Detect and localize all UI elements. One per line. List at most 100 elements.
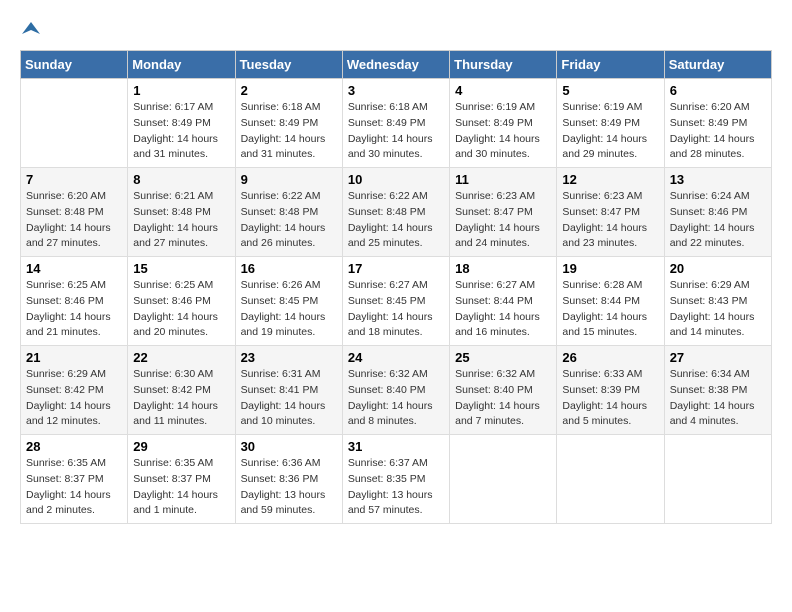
- day-cell: 28Sunrise: 6:35 AM Sunset: 8:37 PM Dayli…: [21, 435, 128, 524]
- day-info: Sunrise: 6:23 AM Sunset: 8:47 PM Dayligh…: [455, 189, 551, 252]
- day-info: Sunrise: 6:19 AM Sunset: 8:49 PM Dayligh…: [562, 100, 658, 163]
- day-cell: 1 Sunrise: 6:17 AM Sunset: 8:49 PM Daylig…: [128, 79, 235, 168]
- day-cell: 21 Sunrise: 6:29 AM Sunset: 8:42 PM Dayli…: [21, 346, 128, 435]
- week-row-4: 21 Sunrise: 6:29 AM Sunset: 8:42 PM Dayli…: [21, 346, 772, 435]
- day-number: 31: [348, 439, 444, 454]
- day-info: Sunrise: 6:19 AM Sunset: 8:49 PM Dayligh…: [455, 100, 551, 163]
- day-number: 25: [455, 350, 551, 365]
- day-number: 8: [133, 172, 229, 187]
- week-row-2: 7 Sunrise: 6:20 AM Sunset: 8:48 PM Daylig…: [21, 168, 772, 257]
- day-info: Sunrise: 6:27 AM Sunset: 8:45 PM Dayligh…: [348, 278, 444, 341]
- day-info: Sunrise: 6:30 AM Sunset: 8:42 PM Dayligh…: [133, 367, 229, 430]
- header-thursday: Thursday: [450, 51, 557, 79]
- day-cell: 9Sunrise: 6:22 AM Sunset: 8:48 PM Daylig…: [235, 168, 342, 257]
- day-number: 14: [26, 261, 122, 276]
- day-number: 16: [241, 261, 337, 276]
- day-number: 15: [133, 261, 229, 276]
- day-cell: 23 Sunrise: 6:31 AM Sunset: 8:41 PM Dayli…: [235, 346, 342, 435]
- day-number: 27: [670, 350, 766, 365]
- day-cell: 5 Sunrise: 6:19 AM Sunset: 8:49 PM Daylig…: [557, 79, 664, 168]
- day-info: Sunrise: 6:33 AM Sunset: 8:39 PM Dayligh…: [562, 367, 658, 430]
- header-tuesday: Tuesday: [235, 51, 342, 79]
- day-info: Sunrise: 6:18 AM Sunset: 8:49 PM Dayligh…: [241, 100, 337, 163]
- week-row-5: 28Sunrise: 6:35 AM Sunset: 8:37 PM Dayli…: [21, 435, 772, 524]
- day-number: 22: [133, 350, 229, 365]
- day-info: Sunrise: 6:31 AM Sunset: 8:41 PM Dayligh…: [241, 367, 337, 430]
- day-info: Sunrise: 6:17 AM Sunset: 8:49 PM Dayligh…: [133, 100, 229, 163]
- week-row-1: 1 Sunrise: 6:17 AM Sunset: 8:49 PM Daylig…: [21, 79, 772, 168]
- header-monday: Monday: [128, 51, 235, 79]
- day-cell: 16 Sunrise: 6:26 AM Sunset: 8:45 PM Dayli…: [235, 257, 342, 346]
- day-number: 19: [562, 261, 658, 276]
- day-cell: 8 Sunrise: 6:21 AM Sunset: 8:48 PM Daylig…: [128, 168, 235, 257]
- day-info: Sunrise: 6:24 AM Sunset: 8:46 PM Dayligh…: [670, 189, 766, 252]
- day-cell: 19Sunrise: 6:28 AM Sunset: 8:44 PM Dayli…: [557, 257, 664, 346]
- day-info: Sunrise: 6:20 AM Sunset: 8:48 PM Dayligh…: [26, 189, 122, 252]
- day-cell: 4 Sunrise: 6:19 AM Sunset: 8:49 PM Daylig…: [450, 79, 557, 168]
- day-cell: 17 Sunrise: 6:27 AM Sunset: 8:45 PM Dayli…: [342, 257, 449, 346]
- day-number: 30: [241, 439, 337, 454]
- day-cell: 26 Sunrise: 6:33 AM Sunset: 8:39 PM Dayli…: [557, 346, 664, 435]
- day-number: 2: [241, 83, 337, 98]
- header-sunday: Sunday: [21, 51, 128, 79]
- calendar-header-row: SundayMondayTuesdayWednesdayThursdayFrid…: [21, 51, 772, 79]
- day-number: 5: [562, 83, 658, 98]
- day-number: 9: [241, 172, 337, 187]
- day-number: 10: [348, 172, 444, 187]
- day-cell: 22 Sunrise: 6:30 AM Sunset: 8:42 PM Dayli…: [128, 346, 235, 435]
- day-info: Sunrise: 6:29 AM Sunset: 8:43 PM Dayligh…: [670, 278, 766, 341]
- day-number: 29: [133, 439, 229, 454]
- day-number: 20: [670, 261, 766, 276]
- day-number: 1: [133, 83, 229, 98]
- day-info: Sunrise: 6:26 AM Sunset: 8:45 PM Dayligh…: [241, 278, 337, 341]
- day-cell: 14 Sunrise: 6:25 AM Sunset: 8:46 PM Dayli…: [21, 257, 128, 346]
- day-number: 4: [455, 83, 551, 98]
- day-cell: 24 Sunrise: 6:32 AM Sunset: 8:40 PM Dayli…: [342, 346, 449, 435]
- day-number: 7: [26, 172, 122, 187]
- day-cell: 12Sunrise: 6:23 AM Sunset: 8:47 PM Dayli…: [557, 168, 664, 257]
- day-cell: 6Sunrise: 6:20 AM Sunset: 8:49 PM Daylig…: [664, 79, 771, 168]
- week-row-3: 14 Sunrise: 6:25 AM Sunset: 8:46 PM Dayli…: [21, 257, 772, 346]
- day-info: Sunrise: 6:27 AM Sunset: 8:44 PM Dayligh…: [455, 278, 551, 341]
- day-cell: 11Sunrise: 6:23 AM Sunset: 8:47 PM Dayli…: [450, 168, 557, 257]
- day-cell: 27 Sunrise: 6:34 AM Sunset: 8:38 PM Dayli…: [664, 346, 771, 435]
- day-info: Sunrise: 6:34 AM Sunset: 8:38 PM Dayligh…: [670, 367, 766, 430]
- day-info: Sunrise: 6:35 AM Sunset: 8:37 PM Dayligh…: [133, 456, 229, 519]
- day-number: 23: [241, 350, 337, 365]
- day-cell: [557, 435, 664, 524]
- header-wednesday: Wednesday: [342, 51, 449, 79]
- day-number: 26: [562, 350, 658, 365]
- day-info: Sunrise: 6:20 AM Sunset: 8:49 PM Dayligh…: [670, 100, 766, 163]
- day-info: Sunrise: 6:18 AM Sunset: 8:49 PM Dayligh…: [348, 100, 444, 163]
- day-number: 24: [348, 350, 444, 365]
- day-cell: 7 Sunrise: 6:20 AM Sunset: 8:48 PM Daylig…: [21, 168, 128, 257]
- day-info: Sunrise: 6:32 AM Sunset: 8:40 PM Dayligh…: [455, 367, 551, 430]
- day-info: Sunrise: 6:25 AM Sunset: 8:46 PM Dayligh…: [26, 278, 122, 341]
- day-info: Sunrise: 6:29 AM Sunset: 8:42 PM Dayligh…: [26, 367, 122, 430]
- day-cell: 31 Sunrise: 6:37 AM Sunset: 8:35 PM Dayli…: [342, 435, 449, 524]
- day-number: 12: [562, 172, 658, 187]
- day-cell: [21, 79, 128, 168]
- day-cell: 20 Sunrise: 6:29 AM Sunset: 8:43 PM Dayli…: [664, 257, 771, 346]
- day-number: 17: [348, 261, 444, 276]
- logo: [20, 20, 40, 40]
- day-cell: [664, 435, 771, 524]
- day-cell: [450, 435, 557, 524]
- day-info: Sunrise: 6:21 AM Sunset: 8:48 PM Dayligh…: [133, 189, 229, 252]
- day-cell: 2 Sunrise: 6:18 AM Sunset: 8:49 PM Daylig…: [235, 79, 342, 168]
- day-info: Sunrise: 6:37 AM Sunset: 8:35 PM Dayligh…: [348, 456, 444, 519]
- day-number: 21: [26, 350, 122, 365]
- day-info: Sunrise: 6:25 AM Sunset: 8:46 PM Dayligh…: [133, 278, 229, 341]
- day-cell: 25 Sunrise: 6:32 AM Sunset: 8:40 PM Dayli…: [450, 346, 557, 435]
- day-cell: 13Sunrise: 6:24 AM Sunset: 8:46 PM Dayli…: [664, 168, 771, 257]
- header: [20, 20, 772, 40]
- day-info: Sunrise: 6:32 AM Sunset: 8:40 PM Dayligh…: [348, 367, 444, 430]
- day-info: Sunrise: 6:35 AM Sunset: 8:37 PM Dayligh…: [26, 456, 122, 519]
- day-info: Sunrise: 6:36 AM Sunset: 8:36 PM Dayligh…: [241, 456, 337, 519]
- day-cell: 15 Sunrise: 6:25 AM Sunset: 8:46 PM Dayli…: [128, 257, 235, 346]
- day-info: Sunrise: 6:22 AM Sunset: 8:48 PM Dayligh…: [348, 189, 444, 252]
- header-friday: Friday: [557, 51, 664, 79]
- day-number: 18: [455, 261, 551, 276]
- day-cell: 30 Sunrise: 6:36 AM Sunset: 8:36 PM Dayli…: [235, 435, 342, 524]
- logo-bird-icon: [22, 20, 40, 38]
